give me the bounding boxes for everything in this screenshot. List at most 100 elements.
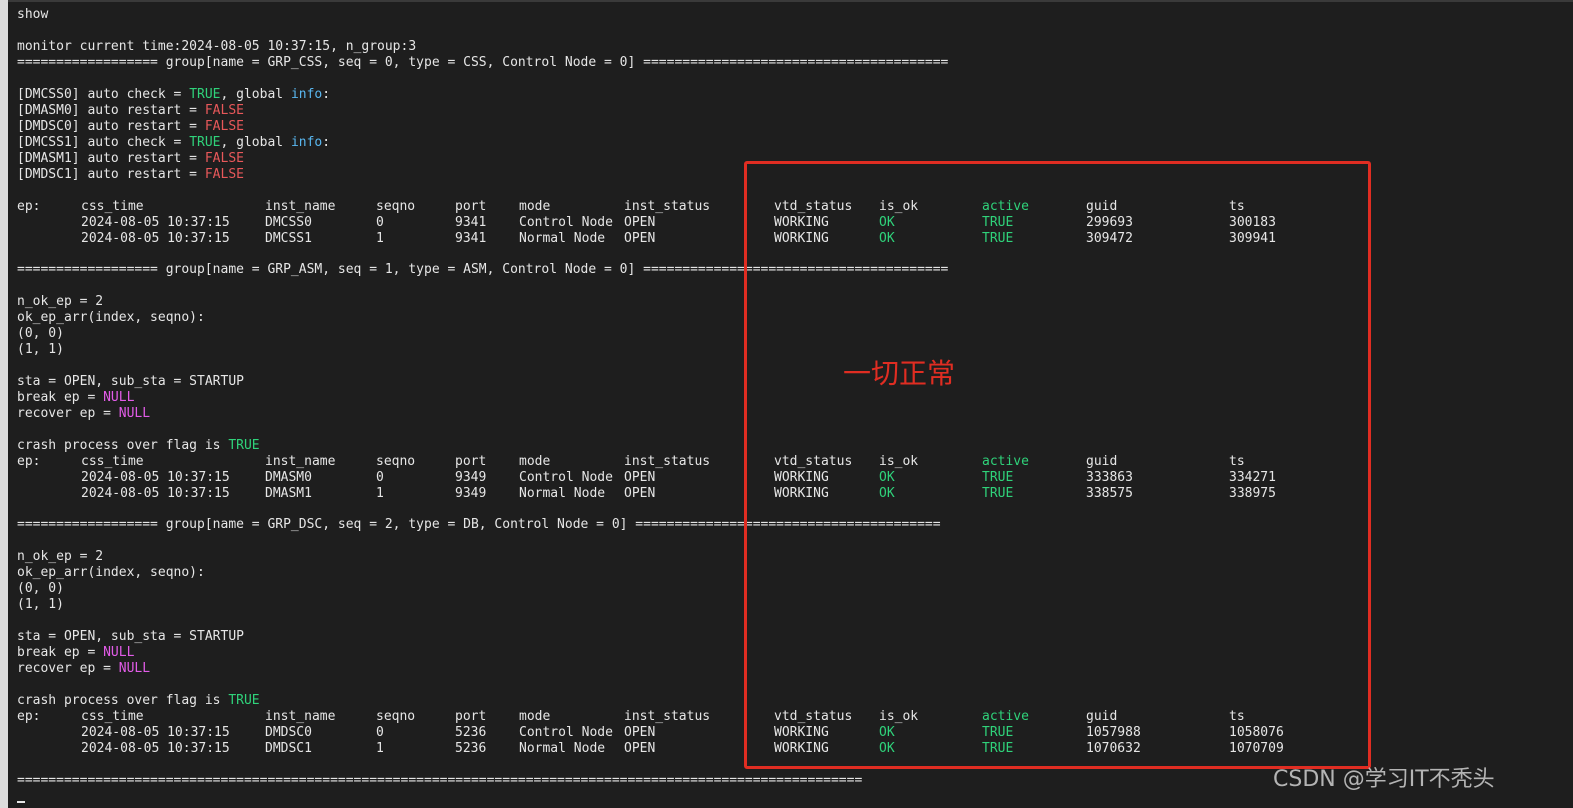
column-header-ts: ts	[1229, 199, 1245, 214]
column-header-port: port	[455, 454, 487, 469]
ok-ep-pair: (0, 0)	[17, 581, 64, 596]
table-cell-active: TRUE	[982, 231, 1014, 246]
column-header-active: active	[982, 454, 1029, 469]
table-cell-seqno: 0	[376, 215, 384, 230]
ok-ep-pair: (1, 1)	[17, 342, 64, 357]
auto-line: [DMDSC0] auto restart = FALSE	[17, 119, 244, 134]
table-cell-is-ok: OK	[879, 486, 895, 501]
table-cell-port: 9341	[455, 215, 487, 230]
column-header-inst-name: inst_name	[265, 709, 336, 724]
column-header-ts: ts	[1229, 454, 1245, 469]
table-cell-vtd-status: WORKING	[774, 231, 829, 246]
table-cell-vtd-status: WORKING	[774, 470, 829, 485]
table-cell-css-time: 2024-08-05 10:37:15	[81, 486, 230, 501]
table-cell-inst-status: OPEN	[624, 231, 656, 246]
n-ok-ep-line: n_ok_ep = 2	[17, 294, 104, 309]
break-ep-line: break ep = NULL	[17, 645, 135, 660]
recover-ep-line: recover ep = NULL	[17, 406, 151, 421]
table-cell-port: 9349	[455, 470, 487, 485]
auto-line: [DMDSC1] auto restart = FALSE	[17, 167, 244, 182]
table-cell-css-time: 2024-08-05 10:37:15	[81, 215, 230, 230]
table-cell-inst-status: OPEN	[624, 215, 656, 230]
table-cell-inst-name: DMDSC1	[265, 741, 312, 756]
column-header-active: active	[982, 709, 1029, 724]
crash-flag-line: crash process over flag is TRUE	[17, 693, 260, 708]
table-cell-ts: 300183	[1229, 215, 1276, 230]
auto-line: [DMCSS0] auto check = TRUE, global info:	[17, 87, 331, 102]
table-cell-inst-name: DMCSS1	[265, 231, 312, 246]
table-cell-guid: 1057988	[1086, 725, 1141, 740]
auto-line: [DMCSS1] auto check = TRUE, global info:	[17, 135, 331, 150]
column-header-port: port	[455, 709, 487, 724]
ok-ep-arr-line: ok_ep_arr(index, seqno):	[17, 310, 205, 325]
table-cell-active: TRUE	[982, 741, 1014, 756]
break-ep-line: break ep = NULL	[17, 390, 135, 405]
table-cell-inst-status: OPEN	[624, 725, 656, 740]
footer-separator: ========================================…	[17, 773, 863, 788]
table-cell-ts: 1058076	[1229, 725, 1284, 740]
table-cell-is-ok: OK	[879, 725, 895, 740]
table-cell-inst-status: OPEN	[624, 741, 656, 756]
ok-ep-pair: (1, 1)	[17, 597, 64, 612]
table-cell-css-time: 2024-08-05 10:37:15	[81, 741, 230, 756]
table-cell-mode: Normal Node	[519, 486, 606, 501]
terminal-cursor	[17, 801, 25, 803]
column-header-port: port	[455, 199, 487, 214]
table-cell-vtd-status: WORKING	[774, 725, 829, 740]
table-cell-seqno: 0	[376, 725, 384, 740]
table-cell-port: 5236	[455, 741, 487, 756]
table-cell-guid: 333863	[1086, 470, 1133, 485]
table-cell-mode: Control Node	[519, 470, 613, 485]
table-cell-seqno: 1	[376, 741, 384, 756]
table-cell-seqno: 0	[376, 470, 384, 485]
table-cell-guid: 338575	[1086, 486, 1133, 501]
auto-line: [DMASM0] auto restart = FALSE	[17, 103, 244, 118]
table-cell-inst-name: DMDSC0	[265, 725, 312, 740]
crash-flag-line: crash process over flag is TRUE	[17, 438, 260, 453]
monitor-line: monitor current time:2024-08-05 10:37:15…	[17, 39, 417, 54]
column-header-is-ok: is_ok	[879, 199, 919, 214]
column-header-mode: mode	[519, 199, 551, 214]
column-header-mode: mode	[519, 709, 551, 724]
table-cell-port: 9341	[455, 231, 487, 246]
ok-ep-pair: (0, 0)	[17, 326, 64, 341]
table-cell-ts: 338975	[1229, 486, 1276, 501]
ep-label: ep:	[17, 199, 41, 214]
column-header-seqno: seqno	[376, 199, 416, 214]
column-header-guid: guid	[1086, 199, 1118, 214]
command-line: show	[17, 7, 49, 22]
table-cell-is-ok: OK	[879, 741, 895, 756]
table-cell-inst-name: DMASM1	[265, 486, 312, 501]
table-cell-ts: 334271	[1229, 470, 1276, 485]
column-header-css-time: css_time	[81, 709, 144, 724]
column-header-is-ok: is_ok	[879, 454, 919, 469]
table-cell-ts: 1070709	[1229, 741, 1284, 756]
column-header-seqno: seqno	[376, 709, 416, 724]
column-header-vtd-status: vtd_status	[774, 454, 853, 469]
column-header-vtd-status: vtd_status	[774, 199, 853, 214]
table-cell-is-ok: OK	[879, 231, 895, 246]
sta-line: sta = OPEN, sub_sta = STARTUP	[17, 374, 244, 389]
table-cell-vtd-status: WORKING	[774, 486, 829, 501]
group-header-css: ================== group[name = GRP_CSS,…	[17, 55, 949, 70]
table-cell-vtd-status: WORKING	[774, 741, 829, 756]
column-header-inst-status: inst_status	[624, 709, 711, 724]
table-cell-active: TRUE	[982, 215, 1014, 230]
terminal-window[interactable]: show monitor current time:2024-08-05 10:…	[0, 0, 1573, 808]
column-header-inst-name: inst_name	[265, 454, 336, 469]
auto-line: [DMASM1] auto restart = FALSE	[17, 151, 244, 166]
table-cell-is-ok: OK	[879, 215, 895, 230]
table-cell-mode: Normal Node	[519, 231, 606, 246]
column-header-guid: guid	[1086, 709, 1118, 724]
column-header-ts: ts	[1229, 709, 1245, 724]
table-cell-mode: Control Node	[519, 725, 613, 740]
column-header-css-time: css_time	[81, 199, 144, 214]
table-cell-inst-status: OPEN	[624, 470, 656, 485]
sta-line: sta = OPEN, sub_sta = STARTUP	[17, 629, 244, 644]
table-cell-mode: Control Node	[519, 215, 613, 230]
column-header-inst-status: inst_status	[624, 199, 711, 214]
column-header-inst-status: inst_status	[624, 454, 711, 469]
watermark: CSDN @学习IT不秃头	[1273, 767, 1495, 792]
table-cell-css-time: 2024-08-05 10:37:15	[81, 470, 230, 485]
recover-ep-line: recover ep = NULL	[17, 661, 151, 676]
